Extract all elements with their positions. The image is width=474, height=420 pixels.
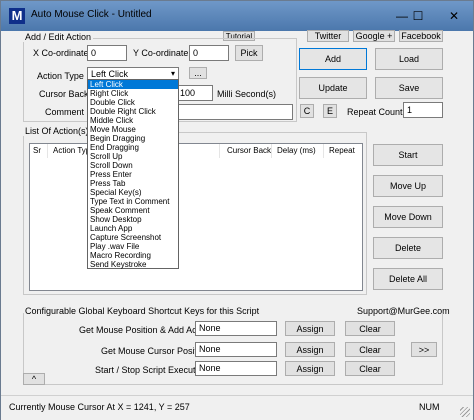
dropdown-option[interactable]: Play .wav File <box>88 242 178 251</box>
more-shortcuts-button[interactable]: >> <box>411 342 437 357</box>
action-type-label: Action Type : <box>37 71 89 81</box>
app-logo-icon: M <box>9 8 25 24</box>
repeat-count-label: Repeat Count : <box>347 107 408 117</box>
facebook-button[interactable]: Facebook <box>399 30 443 42</box>
status-bar: Currently Mouse Cursor At X = 1241, Y = … <box>1 395 473 420</box>
dropdown-option[interactable]: Special Key(s) <box>88 188 178 197</box>
dropdown-option[interactable]: Capture Screenshot <box>88 233 178 242</box>
update-button[interactable]: Update <box>299 77 367 99</box>
dropdown-option[interactable]: Move Mouse <box>88 125 178 134</box>
delete-all-button[interactable]: Delete All <box>373 268 443 290</box>
comment-e-button[interactable]: E <box>323 104 337 118</box>
x-coordinate-label: X Co-ordinate : <box>33 48 94 58</box>
comment-label: Comment : <box>45 107 90 117</box>
dropdown-option[interactable]: Double Click <box>88 98 178 107</box>
dropdown-option[interactable]: Launch App <box>88 224 178 233</box>
dropdown-option[interactable]: Scroll Down <box>88 161 178 170</box>
dropdown-option[interactable]: Left Click <box>88 80 178 89</box>
assign-button-start-stop[interactable]: Assign <box>285 361 335 376</box>
repeat-count-input[interactable]: 1 <box>403 102 443 118</box>
dropdown-option[interactable]: End Dragging <box>88 143 178 152</box>
close-button[interactable]: ✕ <box>441 7 467 25</box>
resize-grip-icon[interactable] <box>460 407 470 417</box>
column-header-cursor-back[interactable]: Cursor Back <box>224 144 272 158</box>
dropdown-option[interactable]: Scroll Up <box>88 152 178 161</box>
action-type-dropdown-list[interactable]: Left Click Right Click Double Click Double … <box>87 79 179 269</box>
comment-input[interactable] <box>177 104 293 120</box>
app-window: M Auto Mouse Click - Untitled — ☐ ✕ Tuto… <box>0 0 474 420</box>
move-down-button[interactable]: Move Down <box>373 206 443 228</box>
twitter-button[interactable]: Twitter <box>307 30 349 42</box>
assign-button-add-action[interactable]: Assign <box>285 321 335 336</box>
load-button[interactable]: Load <box>375 48 443 70</box>
add-edit-group-label: Add / Edit Action <box>23 32 94 42</box>
start-button[interactable]: Start <box>373 144 443 166</box>
dropdown-option[interactable]: Right Click <box>88 89 178 98</box>
google-plus-button[interactable]: Google + <box>353 30 395 42</box>
status-num-lock: NUM <box>419 402 440 412</box>
more-options-button[interactable]: ... <box>189 67 207 79</box>
dropdown-option[interactable]: Press Enter <box>88 170 178 179</box>
clear-button-add-action[interactable]: Clear <box>345 321 395 336</box>
add-button[interactable]: Add <box>299 48 367 70</box>
dropdown-option[interactable]: Speak Comment <box>88 206 178 215</box>
status-cursor-position: Currently Mouse Cursor At X = 1241, Y = … <box>9 402 190 412</box>
dropdown-option[interactable]: Double Right Click <box>88 107 178 116</box>
comment-c-button[interactable]: C <box>300 104 314 118</box>
window-title: Auto Mouse Click - Untitled <box>31 9 152 20</box>
title-bar[interactable]: M Auto Mouse Click - Untitled — ☐ ✕ <box>1 1 473 31</box>
delay-unit-label: Milli Second(s) <box>217 89 277 99</box>
dropdown-option[interactable]: Begin Dragging <box>88 134 178 143</box>
collapse-button[interactable]: ^ <box>23 373 45 385</box>
clear-button-start-stop[interactable]: Clear <box>345 361 395 376</box>
y-coordinate-input[interactable]: 0 <box>189 45 229 61</box>
x-coordinate-input[interactable]: 0 <box>87 45 127 61</box>
column-header-sr[interactable]: Sr <box>30 144 48 158</box>
dropdown-option[interactable]: Show Desktop <box>88 215 178 224</box>
action-list[interactable]: Sr Action Typ Cursor Back Delay (ms) Rep… <box>29 143 363 291</box>
maximize-button[interactable]: ☐ <box>405 7 431 25</box>
dropdown-option[interactable]: Press Tab <box>88 179 178 188</box>
action-type-value: Left Click <box>91 69 129 79</box>
shortcut-input-start-stop[interactable]: None <box>195 361 277 376</box>
cursor-back-label: Cursor Back : <box>39 89 94 99</box>
pick-button[interactable]: Pick <box>235 45 263 61</box>
column-header-delay[interactable]: Delay (ms) <box>274 144 324 158</box>
clear-button-cursor-position[interactable]: Clear <box>345 342 395 357</box>
shortcut-input-add-action[interactable]: None <box>195 321 277 336</box>
delay-input[interactable]: 100 <box>177 85 213 101</box>
dropdown-option[interactable]: Send Keystroke <box>88 260 178 269</box>
delete-button[interactable]: Delete <box>373 237 443 259</box>
save-button[interactable]: Save <box>375 77 443 99</box>
column-header-repeat[interactable]: Repeat <box>326 144 364 158</box>
shortcut-input-cursor-position[interactable]: None <box>195 342 277 357</box>
assign-button-cursor-position[interactable]: Assign <box>285 342 335 357</box>
dropdown-option[interactable]: Type Text in Comment <box>88 197 178 206</box>
y-coordinate-label: Y Co-ordinate : <box>133 48 194 58</box>
dropdown-option[interactable]: Middle Click <box>88 116 178 125</box>
move-up-button[interactable]: Move Up <box>373 175 443 197</box>
dropdown-option[interactable]: Macro Recording <box>88 251 178 260</box>
